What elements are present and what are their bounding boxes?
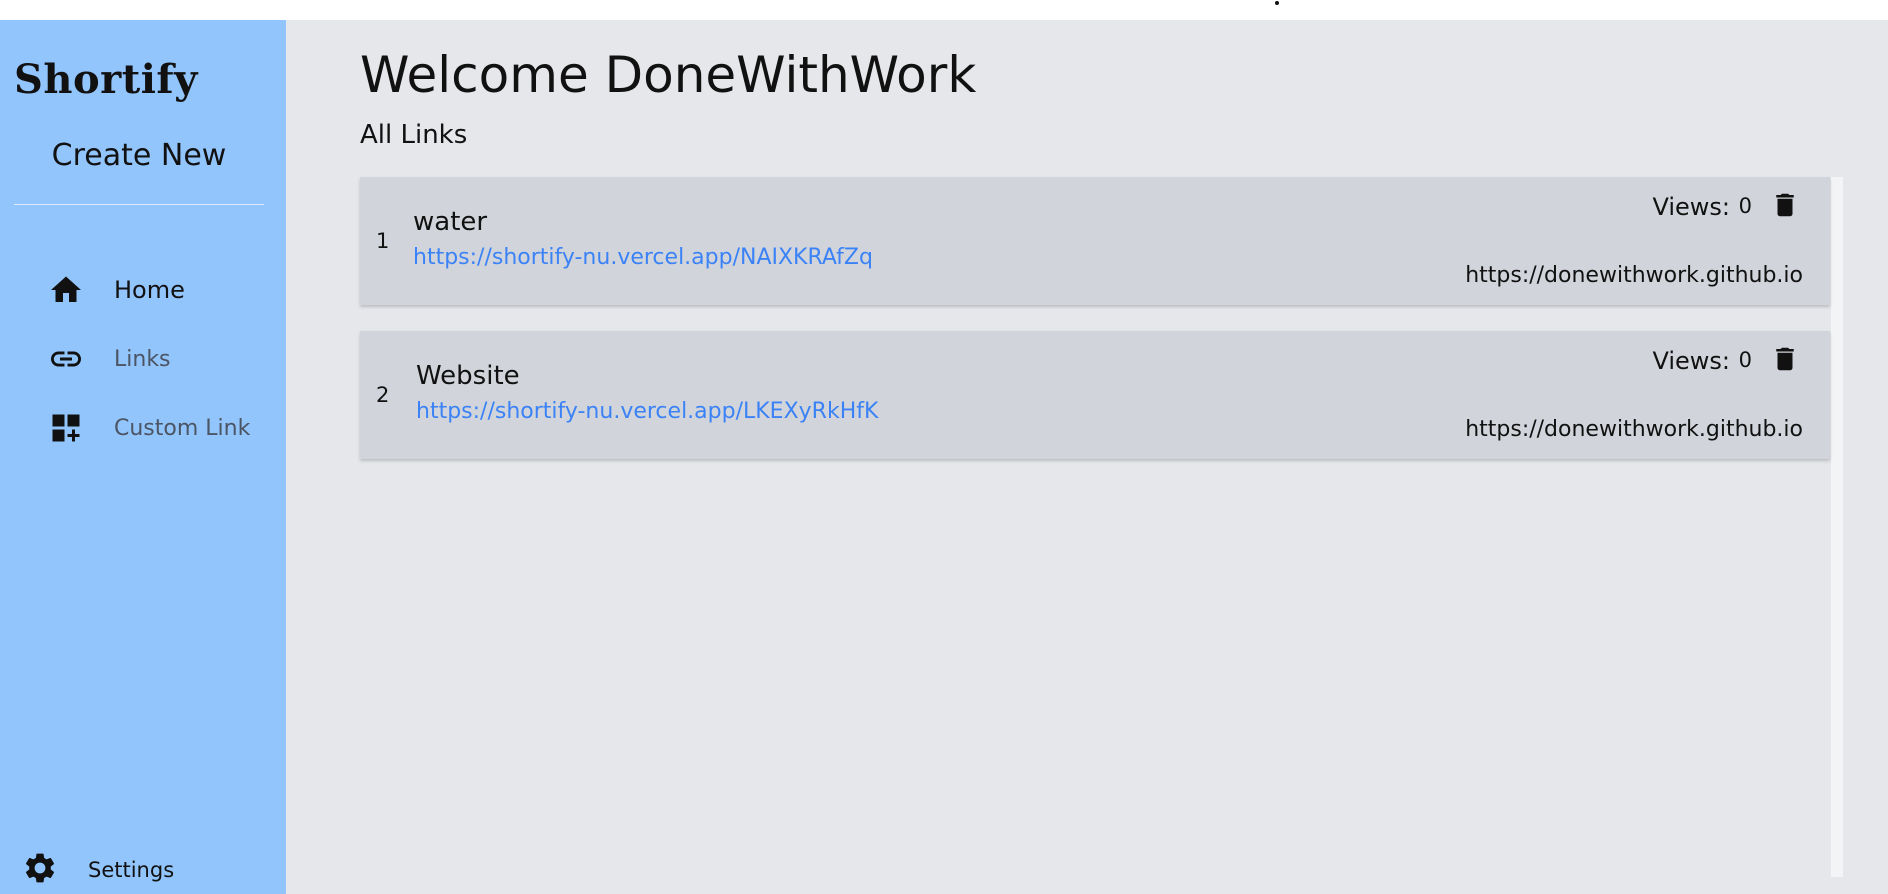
short-url-link[interactable]: https://shortify-nu.vercel.app/NAIXKRAfZ… <box>413 245 873 270</box>
create-new-button[interactable]: Create New <box>0 138 278 173</box>
trash-icon <box>1770 343 1800 379</box>
delete-link-button[interactable] <box>1770 191 1800 223</box>
delete-link-button[interactable] <box>1770 345 1800 377</box>
brand-logo[interactable]: Shortify <box>14 56 198 103</box>
link-index: 1 <box>376 229 390 253</box>
top-bar <box>0 0 1888 20</box>
settings-label: Settings <box>88 858 175 882</box>
original-url: https://donewithwork.github.io <box>1465 263 1803 288</box>
views-label: Views: <box>1652 193 1730 221</box>
dashboard-add-icon <box>48 410 84 446</box>
sidebar-item-custom-link[interactable]: Custom Link <box>48 408 250 448</box>
sidebar-item-links[interactable]: Links <box>48 339 171 379</box>
gear-icon <box>22 850 58 890</box>
page-title: Welcome DoneWithWork <box>360 46 977 104</box>
views-count: 0 <box>1738 348 1752 372</box>
main-content: Welcome DoneWithWork All Links 1 water h… <box>286 20 1888 894</box>
settings-button[interactable]: Settings <box>22 850 174 890</box>
scrollbar[interactable] <box>1831 177 1843 877</box>
cursor-dot <box>1275 1 1279 5</box>
original-url: https://donewithwork.github.io <box>1465 417 1803 442</box>
link-icon <box>48 341 84 377</box>
short-url-link[interactable]: https://shortify-nu.vercel.app/LKEXyRkHf… <box>416 399 878 424</box>
views-count: 0 <box>1738 194 1752 218</box>
views-label: Views: <box>1652 347 1730 375</box>
link-title: Website <box>416 361 520 391</box>
sidebar: Shortify Create New Home Links Custom Li… <box>0 20 286 894</box>
link-title: water <box>413 207 488 237</box>
link-card: 1 water https://shortify-nu.vercel.app/N… <box>360 177 1830 305</box>
link-index: 2 <box>376 383 390 407</box>
section-title: All Links <box>360 120 468 150</box>
trash-icon <box>1770 189 1800 225</box>
sidebar-divider <box>14 204 264 205</box>
sidebar-item-label: Custom Link <box>114 415 251 441</box>
home-icon <box>48 272 84 308</box>
sidebar-item-label: Links <box>114 346 171 372</box>
sidebar-item-home[interactable]: Home <box>48 270 185 310</box>
sidebar-item-label: Home <box>114 276 185 304</box>
link-card: 2 Website https://shortify-nu.vercel.app… <box>360 331 1830 459</box>
